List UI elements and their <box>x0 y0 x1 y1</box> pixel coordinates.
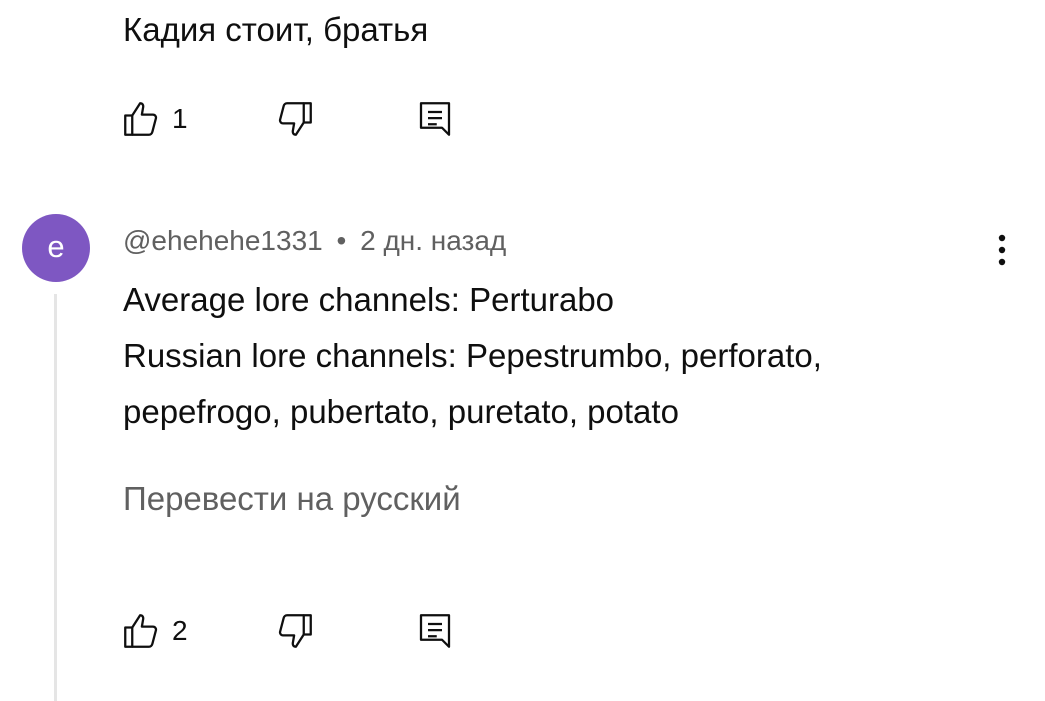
comment-line: Russian lore channels: Pepestrumbo, perf… <box>123 337 822 374</box>
thumbs-up-icon <box>120 610 162 652</box>
avatar[interactable]: e <box>22 214 90 282</box>
thread-line <box>54 294 57 701</box>
reply-icon <box>414 610 456 652</box>
previous-comment-like-count: 1 <box>172 103 188 134</box>
thumbs-up-icon <box>120 98 162 140</box>
previous-comment-like-button[interactable]: 1 <box>120 98 274 140</box>
thumbs-down-icon <box>274 98 316 140</box>
previous-comment-action-bar: 1 <box>120 94 464 144</box>
meta-separator: • <box>336 225 347 256</box>
like-button[interactable]: 2 <box>120 610 274 652</box>
comment-text: Average lore channels: Perturabo Russian… <box>123 272 1003 440</box>
comment-line: pepefrogo, pubertato, puretato, potato <box>123 393 679 430</box>
comment-timestamp: 2 дн. назад <box>360 225 507 256</box>
previous-comment-reply-button[interactable] <box>414 98 464 140</box>
comment-menu-button[interactable] <box>980 228 1024 272</box>
previous-comment-dislike-button[interactable] <box>274 98 414 140</box>
like-count: 2 <box>172 615 188 646</box>
reply-icon <box>414 98 456 140</box>
translate-link[interactable]: Перевести на русский <box>123 475 461 523</box>
comment-line: Average lore channels: Perturabo <box>123 281 615 318</box>
dislike-button[interactable] <box>274 610 414 652</box>
previous-comment-text: Кадия стоит, братья <box>123 11 429 48</box>
comment-meta: @ehehehe1331 • 2 дн. назад <box>123 222 506 260</box>
comment-author[interactable]: @ehehehe1331 <box>123 225 323 256</box>
comment-action-bar: 2 <box>120 606 464 656</box>
reply-button[interactable] <box>414 610 464 652</box>
thumbs-down-icon <box>274 610 316 652</box>
